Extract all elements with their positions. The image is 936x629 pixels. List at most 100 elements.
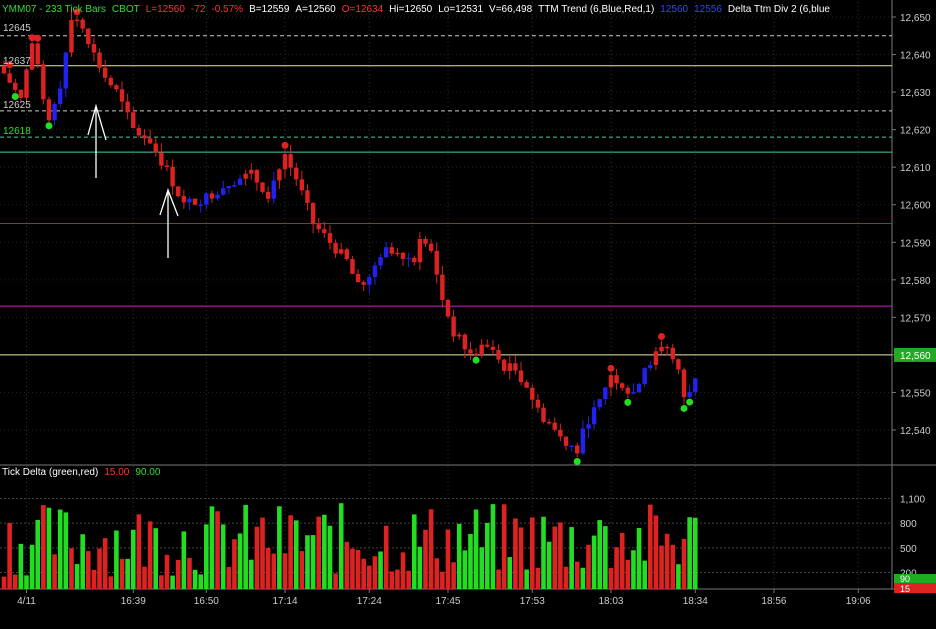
delta-bar [277, 506, 282, 589]
candle-body [114, 85, 119, 90]
delta-bar [338, 503, 344, 589]
delta-bar [322, 514, 327, 589]
y-tick-label: 12,610 [900, 163, 931, 174]
delta-bar [1, 576, 7, 589]
candle-body [428, 243, 434, 251]
delta-bar [198, 574, 203, 589]
candle-body [614, 375, 619, 384]
delta-bar [676, 564, 681, 589]
delta-bar [316, 516, 322, 589]
delta-bar [226, 567, 232, 589]
y-tick-label: 12,600 [900, 201, 931, 212]
candle-body [294, 167, 299, 180]
delta-bar [411, 514, 417, 589]
delta-bar [69, 548, 74, 589]
candle-body [35, 43, 40, 65]
delta-bar [468, 534, 473, 589]
x-tick-label: 18:03 [598, 596, 623, 607]
delta-bar [35, 519, 41, 589]
delta-bar [142, 566, 147, 589]
delta-bar [428, 509, 434, 589]
delta-bar [153, 528, 159, 589]
candle-body [513, 363, 518, 371]
delta-bar [80, 534, 85, 589]
delta-bar [563, 566, 569, 589]
candle-body [164, 165, 170, 168]
delta-bar [653, 515, 659, 589]
delta-bar [29, 544, 35, 589]
delta-bar [237, 533, 243, 589]
delta-bar [378, 551, 383, 589]
delta-bar [395, 569, 400, 589]
delta-bar [97, 548, 102, 589]
y-tick-label: 12,570 [900, 313, 931, 324]
candle-body [63, 52, 69, 89]
low-price: Lo=12531 [438, 4, 484, 15]
delta-bar [574, 561, 580, 589]
x-tick-label: 18:34 [683, 596, 708, 607]
buy-signal-dot [11, 93, 19, 101]
candle-body [153, 143, 158, 153]
delta-bar [552, 526, 558, 589]
delta-current-green: 90 [900, 574, 910, 584]
delta-bar [254, 526, 260, 589]
candle-body [69, 19, 74, 53]
delta-bar [642, 560, 647, 589]
candle-body [479, 344, 484, 355]
delta-bar [659, 545, 664, 589]
candle-body [440, 274, 445, 300]
candle-body [119, 89, 125, 102]
delta-bar [232, 539, 237, 589]
candle-body [80, 19, 85, 29]
delta-bar [687, 517, 692, 589]
delta-bar [507, 557, 513, 589]
symbol-label: YMM07 - 233 Tick Bars [2, 4, 106, 15]
delta-bar [350, 548, 355, 589]
delta-bar [473, 509, 479, 589]
delta-bar [692, 517, 698, 589]
candle-body [209, 193, 215, 199]
last-price-label: 12,560 [900, 351, 931, 362]
candle-body [260, 182, 265, 192]
delta-current-red: 15 [900, 584, 910, 594]
delta-bar [451, 562, 456, 589]
delta-bar [597, 520, 603, 589]
level-label-12625: 12625 [3, 100, 31, 111]
delta-bar [299, 551, 305, 589]
delta-bar [490, 504, 496, 589]
candle-body [18, 89, 24, 98]
level-label-12618: 12618 [3, 126, 31, 137]
candle-body [659, 346, 664, 352]
candle-body [316, 224, 321, 230]
delta-bar [631, 550, 636, 589]
candle-body [367, 277, 372, 285]
x-tick-label: 17:24 [357, 596, 382, 607]
candle-body [558, 429, 563, 437]
candle-body [591, 407, 597, 425]
candle-body [468, 349, 473, 354]
delta-bar [175, 559, 181, 589]
buy-signal-dot [624, 398, 632, 406]
delta-bar [7, 522, 12, 589]
delta-bar [513, 518, 518, 589]
candle-body [501, 359, 507, 371]
candle-body [681, 369, 687, 398]
candle-body [620, 383, 625, 388]
delta-bar [586, 544, 591, 589]
candle-body [603, 387, 608, 400]
candle-body [355, 273, 361, 283]
candle-body [322, 229, 327, 234]
delta-bar [74, 564, 80, 589]
candle-body [361, 282, 366, 285]
delta-bar [265, 547, 271, 589]
x-tick-label: 17:53 [520, 596, 545, 607]
candle-body [204, 193, 209, 205]
candle-body [586, 424, 591, 429]
y-tick-label: 12,590 [900, 238, 931, 249]
candle-body [597, 399, 602, 408]
delta-bar [282, 553, 288, 589]
delta-bar [367, 565, 372, 589]
study-value-1: 12560 [660, 4, 689, 15]
candle-body [142, 135, 147, 139]
candle-body [541, 407, 546, 422]
